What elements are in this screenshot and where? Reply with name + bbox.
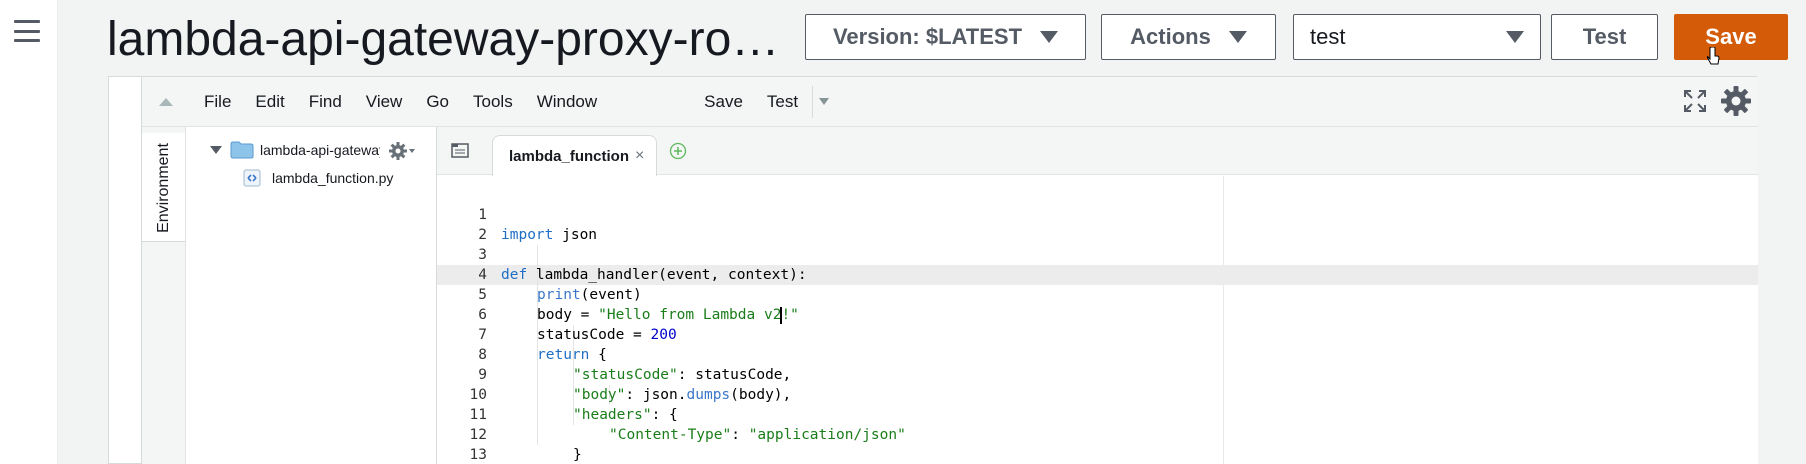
file-tree: lambda-api-gateway lambda_function.py [186,127,437,464]
code-line: 12 } [437,405,1758,463]
code-editor: lambda_function × 1 import json 2 3 def … [437,127,1758,464]
test-event-select[interactable]: test [1293,14,1541,60]
line-number: 13 [469,447,487,463]
left-nav-strip [0,0,58,464]
code-content[interactable]: 1 import json 2 3 def lambda_handler(eve… [437,176,1758,464]
ide-panel: File Edit Find View Go Tools Window Save… [141,77,1758,464]
collapse-up-icon[interactable] [159,97,173,106]
function-name-title: lambda-api-gateway-proxy-root... [107,13,797,66]
mouse-pointer-icon [1707,47,1720,65]
menu-file[interactable]: File [192,92,243,112]
code-line: 5 body = "Hello from Lambda v2!" [437,265,1758,324]
code-line: 7 return { [437,305,1758,363]
ide-test-button[interactable]: Test [755,92,810,112]
code-line: 13 } [437,425,1758,463]
menu-go[interactable]: Go [414,92,461,112]
expand-caret-icon[interactable] [210,146,222,154]
code-line: 2 [437,205,1758,243]
tree-file-label: lambda_function.py [272,170,394,186]
menu-find[interactable]: Find [297,92,354,112]
code-line: 3 def lambda_handler(event, context): [437,225,1758,283]
code-line: 8 "statusCode": statusCode, [437,325,1758,383]
fullscreen-icon[interactable] [1684,90,1706,112]
code-line: 6 statusCode = 200 [437,285,1758,343]
test-options-caret-icon[interactable] [819,98,830,105]
folder-icon [230,141,254,159]
caret-down-icon [1506,31,1524,43]
ide-menubar: File Edit Find View Go Tools Window Save… [142,77,1758,127]
cloud9-ide-frame: File Edit Find View Go Tools Window Save… [108,76,1758,464]
menu-edit[interactable]: Edit [243,92,296,112]
menu-view[interactable]: View [354,92,415,112]
editor-tabbar: lambda_function × [437,127,1758,176]
ide-save-button[interactable]: Save [692,92,755,112]
close-icon[interactable]: × [635,147,644,165]
version-label: Version: $LATEST [832,24,1023,49]
menu-tools[interactable]: Tools [461,92,525,112]
code-line: 11 "Content-Type": "application/json" [437,385,1758,443]
code-line: 4 print(event) [437,245,1758,303]
menu-window[interactable]: Window [525,92,609,112]
hamburger-menu-icon[interactable] [14,20,40,42]
code-line: 9 "body": json.dumps(body), [437,345,1758,403]
test-event-value: test [1310,24,1346,49]
caret-down-icon [1228,31,1247,43]
tree-settings-gear-icon[interactable] [388,141,416,161]
gear-icon[interactable] [1720,85,1752,117]
tree-file-item[interactable]: lambda_function.py [243,169,393,187]
actions-label: Actions [1130,24,1211,49]
test-button[interactable]: Test [1551,14,1658,60]
code-line: 10 "headers": { [437,365,1758,423]
code-line: 1 import json [437,185,1758,243]
code-token: } [573,447,582,463]
environment-label: Environment [155,143,172,233]
python-file-icon [243,169,261,187]
caret-down-icon [1040,31,1059,43]
environment-side-tab: Environment [142,127,186,464]
save-button[interactable]: Save [1674,14,1788,60]
tab-lambda-function[interactable]: lambda_function × [492,135,657,176]
tree-root-folder[interactable]: lambda-api-gateway [210,141,380,159]
tab-label: lambda_function [509,147,630,165]
add-tab-icon[interactable] [669,142,687,160]
environment-tab-button[interactable]: Environment [142,133,185,242]
tab-list-icon[interactable] [451,142,469,158]
tree-root-label: lambda-api-gateway [260,142,380,158]
actions-dropdown-button[interactable]: Actions [1101,14,1276,60]
version-dropdown-button[interactable]: Version: $LATEST [805,14,1086,60]
